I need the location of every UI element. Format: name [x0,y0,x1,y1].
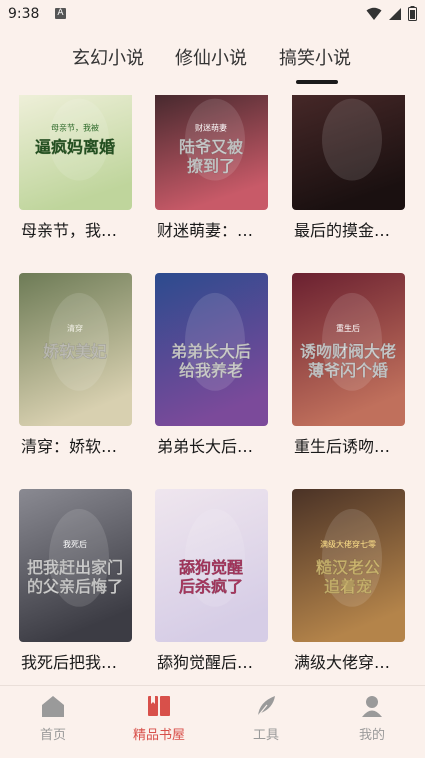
active-tab-indicator [296,80,338,84]
book-title: 重生后诱吻… [294,437,391,456]
svg-text:逼疯妈离婚: 逼疯妈离婚 [35,137,115,156]
book-title: 母亲节，我… [21,221,118,240]
book-card[interactable]: 重生后诱吻财阀大佬 薄爷闪个婚重生后诱吻… [292,273,416,473]
nav-label: 工具 [252,728,279,743]
svg-text:薄爷闪个婚: 薄爷闪个婚 [308,361,388,380]
svg-text:给我养老: 给我养老 [179,361,243,380]
svg-text:娇软美妃: 娇软美妃 [43,342,107,361]
svg-text:重生后: 重生后 [336,323,360,333]
battery-icon [408,6,417,21]
svg-text:把我赶出家门: 把我赶出家门 [27,558,123,577]
tab-gaoxiao[interactable]: 搞笑小说 [279,44,351,70]
svg-text:追着宠: 追着宠 [324,577,372,596]
book-title: 清穿：娇软… [21,437,118,456]
book-icon [146,696,172,722]
book-card[interactable]: 满级大佬穿七零糙汉老公 追着宠满级大佬穿… [292,489,416,685]
status-bar: 9:38 A [0,0,425,30]
nav-label: 我的 [358,728,385,743]
book-cover [292,95,405,210]
book-title: 最后的摸金… [294,221,391,240]
book-cover: 重生后诱吻财阀大佬 薄爷闪个婚 [292,273,405,426]
book-card[interactable]: 我死后把我赶出家门 的父亲后悔了我死后把我… [19,489,143,685]
nav-label: 精品书屋 [132,728,185,743]
nav-label: 首页 [39,728,66,743]
book-cover: 财迷萌妻陆爷又被 撩到了 [155,95,268,210]
feather-icon [253,696,279,722]
svg-text:糙汉老公: 糙汉老公 [316,558,380,577]
book-card[interactable]: 舔狗觉醒 后杀疯了舔狗觉醒后… [155,489,279,685]
signal-icon [389,7,401,20]
book-title: 财迷萌妻：… [157,221,254,240]
book-card[interactable]: 财迷萌妻陆爷又被 撩到了财迷萌妻：… [155,95,279,282]
svg-text:的父亲后悔了: 的父亲后悔了 [27,577,123,596]
book-cover: 清穿 娇软美妃 [19,273,132,426]
category-tabs: 玄幻小说 修仙小说 搞笑小说 [0,40,425,88]
svg-text:弟弟长大后: 弟弟长大后 [171,342,251,361]
book-title: 舔狗觉醒后… [157,653,254,672]
svg-text:撩到了: 撩到了 [187,156,235,175]
book-cover: 我死后把我赶出家门 的父亲后悔了 [19,489,132,642]
nav-item-tools[interactable]: 工具 [226,694,306,743]
tab-xiuxian[interactable]: 修仙小说 [175,44,247,70]
wifi-icon [366,7,382,20]
svg-text:满级大佬穿七零: 满级大佬穿七零 [320,539,376,549]
book-card[interactable]: 母亲节，我被逼疯妈离婚母亲节，我… [19,95,143,282]
book-card[interactable]: 最后的摸金… [292,95,416,282]
nav-item-me[interactable]: 我的 [332,694,412,743]
bottom-navigation: 首页 精品书屋 工具 我的 [0,685,425,758]
book-cover: 舔狗觉醒 后杀疯了 [155,489,268,642]
status-time: 9:38 [8,6,40,22]
svg-text:诱吻财阀大佬: 诱吻财阀大佬 [300,342,396,361]
tab-xuanhuan[interactable]: 玄幻小说 [72,44,144,70]
book-card[interactable]: 清穿娇软美妃清穿：娇软… [19,273,143,473]
nav-item-home[interactable]: 首页 [13,694,93,743]
user-icon [359,696,385,722]
svg-text:后杀疯了: 后杀疯了 [179,577,243,596]
svg-text:母亲节，我被: 母亲节，我被 [51,123,99,133]
home-icon [40,696,66,722]
book-cover: 满级大佬穿七零糙汉老公 追着宠 [292,489,405,642]
book-title: 我死后把我… [21,653,118,672]
book-grid: 母亲节，我被 逼疯妈离婚 母亲节，我… 财迷萌妻 陆爷又被 撩到了 财迷萌妻：… 最后的摸金…… [0,95,425,685]
svg-text:清穿: 清穿 [67,323,83,333]
book-cover: 弟弟长大后 给我养老 [155,273,268,426]
svg-text:财迷萌妻: 财迷萌妻 [195,123,227,133]
notification-a-icon: A [55,8,66,19]
svg-text:我死后: 我死后 [63,539,87,549]
svg-text:陆爷又被: 陆爷又被 [179,137,244,156]
svg-text:舔狗觉醒: 舔狗觉醒 [179,558,243,577]
book-cover: 母亲节，我被逼疯妈离婚 [19,95,132,210]
book-title: 弟弟长大后… [157,437,254,456]
book-title: 满级大佬穿… [294,653,391,672]
book-card[interactable]: 弟弟长大后 给我养老弟弟长大后… [155,273,279,473]
nav-item-library[interactable]: 精品书屋 [119,694,199,743]
